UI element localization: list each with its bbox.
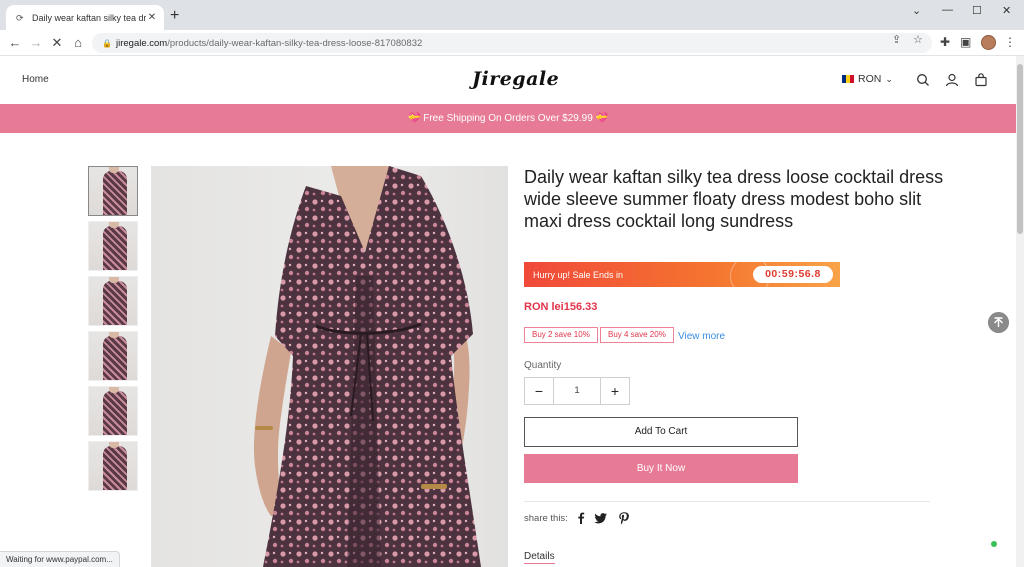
bookmark-star-icon[interactable]: ☆ [913, 33, 923, 46]
product-thumbnail[interactable] [88, 331, 138, 381]
url-path: /products/daily-wear-kaftan-silky-tea-dr… [167, 37, 423, 49]
facebook-icon[interactable] [574, 511, 588, 525]
cart-icon[interactable] [974, 73, 988, 87]
add-to-cart-button[interactable]: Add To Cart [524, 417, 798, 447]
extensions-icon[interactable]: ✚ [940, 35, 950, 49]
dress-model-photo [253, 166, 481, 567]
status-bar: Waiting for www.paypal.com... [0, 551, 120, 567]
forward-icon[interactable]: → [27, 34, 45, 52]
browser-menu-icon[interactable]: ⋮ [1004, 35, 1016, 49]
browser-tabstrip: ⟳ Daily wear kaftan silky tea dress ✕ + … [0, 0, 1024, 30]
buy-it-now-button[interactable]: Buy It Now [524, 454, 798, 483]
product-thumbnail[interactable] [88, 276, 138, 326]
window-close-icon[interactable]: ✕ [1002, 4, 1011, 17]
home-icon[interactable]: ⌂ [69, 34, 87, 52]
pinterest-icon[interactable] [617, 511, 631, 525]
lock-icon: 🔒 [102, 38, 112, 48]
favicon-icon: ⟳ [16, 12, 24, 23]
product-thumbnail[interactable] [88, 221, 138, 271]
free-shipping-banner: 💝 Free Shipping On Orders Over $29.99 💝 [0, 104, 1016, 133]
quantity-input[interactable]: 1 [553, 378, 601, 404]
url-domain: jiregale.com [116, 37, 168, 49]
maximize-icon[interactable]: ☐ [972, 4, 982, 17]
minimize-icon[interactable]: — [942, 4, 953, 16]
quantity-label: Quantity [524, 360, 562, 371]
side-panel-icon[interactable]: ▣ [960, 35, 971, 49]
share-label: share this: [524, 513, 568, 524]
account-icon[interactable] [945, 73, 959, 87]
site-logo[interactable]: Jiregale [472, 68, 559, 90]
product-main-image[interactable] [151, 166, 508, 567]
address-bar[interactable]: 🔒 jiregale.com/products/daily-wear-kafta… [92, 33, 932, 53]
product-price: RON lei156.33 [524, 301, 598, 313]
chevron-down-icon: ⌄ [885, 73, 893, 84]
search-icon[interactable] [916, 73, 930, 87]
sale-label: Hurry up! Sale Ends in [533, 269, 624, 280]
twitter-icon[interactable] [594, 511, 608, 525]
view-more-link[interactable]: View more [678, 331, 725, 342]
page-scrollbar[interactable] [1016, 56, 1024, 567]
browser-toolbar: ← → ✕ ⌂ 🔒 jiregale.com/products/daily-we… [0, 30, 1024, 56]
tab-close-icon[interactable]: ✕ [146, 12, 158, 23]
quantity-decrease-button[interactable]: − [525, 378, 553, 404]
quantity-stepper: − 1 + [524, 377, 630, 405]
site-header: Home Jiregale RON ⌄ [0, 56, 1016, 104]
scroll-to-top-icon[interactable] [988, 312, 1009, 333]
quantity-increase-button[interactable]: + [601, 378, 629, 404]
promo-tag-buy-2[interactable]: Buy 2 save 10% [524, 327, 598, 343]
tab-search-icon[interactable]: ⌄ [912, 4, 921, 17]
sale-countdown-bar: Hurry up! Sale Ends in 00:59:56.8 [524, 262, 840, 287]
chat-status-dot [991, 541, 997, 547]
promo-tag-buy-4[interactable]: Buy 4 save 20% [600, 327, 674, 343]
stop-loading-icon[interactable]: ✕ [48, 34, 66, 52]
details-tab[interactable]: Details [524, 551, 555, 564]
product-thumbnail[interactable] [88, 166, 138, 216]
currency-label: RON [858, 73, 882, 85]
new-tab-button[interactable]: + [170, 7, 179, 25]
share-page-icon[interactable]: ⇪ [892, 33, 901, 46]
back-icon[interactable]: ← [6, 34, 24, 52]
tab-title: Daily wear kaftan silky tea dress [32, 12, 146, 23]
currency-selector[interactable]: RON ⌄ [842, 73, 893, 85]
product-title: Daily wear kaftan silky tea dress loose … [524, 167, 944, 231]
scrollbar-thumb[interactable] [1017, 64, 1023, 234]
product-thumbnail[interactable] [88, 441, 138, 491]
nav-home-link[interactable]: Home [22, 74, 49, 85]
divider [524, 501, 930, 502]
profile-avatar[interactable] [981, 35, 996, 50]
countdown-timer: 00:59:56.8 [753, 266, 833, 283]
romania-flag-icon [842, 75, 854, 83]
product-thumbnail[interactable] [88, 386, 138, 436]
browser-tab[interactable]: ⟳ Daily wear kaftan silky tea dress ✕ [6, 5, 164, 30]
